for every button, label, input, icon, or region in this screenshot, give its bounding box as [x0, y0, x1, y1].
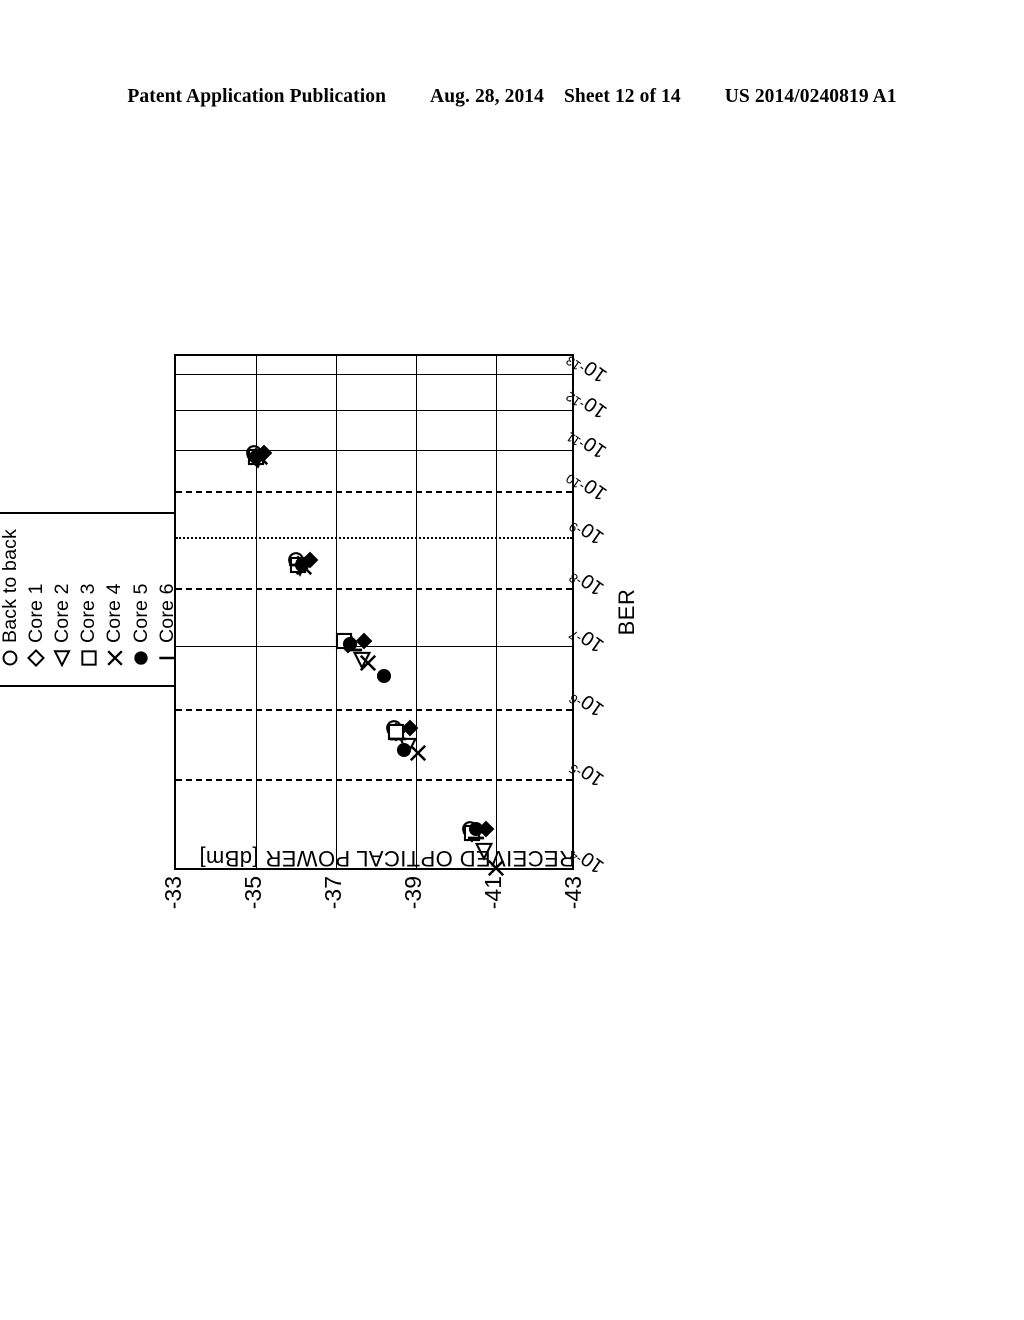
legend-item-back-to-back: Back to back: [0, 526, 23, 671]
legend-item-label: Core 4: [103, 583, 126, 643]
legend-item-core-4: Core 4: [102, 526, 128, 671]
data-point-core-7: [401, 719, 420, 738]
gridline-ber-1e-13: [176, 374, 572, 376]
gridline-power--35: [256, 356, 257, 868]
legend-item-core-5: Core 5: [128, 526, 154, 671]
figure-container: Back to back Core 1 Core 2 Core 3 Core 4 Core…: [0, 286, 639, 966]
sheet-number: Sheet 12 of 14: [563, 86, 681, 107]
ber-axis-title: BER: [614, 588, 639, 636]
power-axis-title: RECEIVED OPTICAL POWER [dBm]: [199, 846, 575, 871]
legend-item-label: Core 2: [50, 583, 73, 643]
gridline-power--37: [336, 356, 337, 868]
gridline-ber-1e-7: [176, 646, 572, 648]
gridline-ber-1e-10: [176, 490, 572, 493]
legend-item-core-2: Core 2: [49, 526, 75, 671]
legend-item-label: Core 3: [77, 583, 100, 643]
legend-item-label: Back to back: [0, 528, 21, 643]
patent-header: Patent Application Publication Aug. 28, …: [0, 86, 1024, 108]
gridline-ber-1e-11: [176, 450, 572, 452]
power-tick-label--41: -41: [480, 876, 506, 910]
legend-item-label: Core 5: [129, 583, 152, 643]
data-point-core-7: [477, 820, 496, 839]
open-triangle-icon: [53, 645, 72, 671]
gridline-ber-1e-12: [176, 410, 572, 412]
legend-item-core-3: Core 3: [76, 526, 102, 671]
power-tick-label--35: -35: [240, 876, 266, 910]
gridline-power--39: [416, 356, 417, 868]
plot-area: [174, 354, 574, 877]
data-point-core-7: [255, 444, 274, 463]
publication-date: Aug. 28, 2014: [430, 86, 545, 107]
filled-circle-icon: [132, 645, 150, 671]
data-point-core-5: [375, 666, 394, 685]
gridline-power--41: [496, 356, 497, 868]
gridline-ber-1e-5: [176, 779, 572, 782]
gridline-ber-1e-9: [176, 537, 572, 540]
power-tick-label--43: -43: [560, 876, 586, 910]
cross-x-icon: [106, 645, 124, 671]
power-tick-label--37: -37: [320, 876, 346, 910]
legend-item-core-1: Core 1: [23, 526, 49, 671]
open-diamond-icon: [27, 645, 46, 671]
legend-item-label: Core 1: [24, 583, 47, 643]
power-tick-label--39: -39: [400, 876, 426, 910]
data-point-core-7: [301, 550, 320, 569]
gridline-ber-1e-8: [176, 588, 572, 591]
open-circle-icon: [1, 645, 19, 671]
power-tick-label--33: -33: [160, 876, 186, 910]
patent-number: US 2014/0240819 A1: [724, 86, 897, 107]
gridline-ber-1e-6: [176, 708, 572, 711]
data-point-core-7: [355, 632, 374, 651]
publication-text: Patent Application Publication: [127, 86, 387, 107]
open-square-icon: [80, 645, 98, 671]
